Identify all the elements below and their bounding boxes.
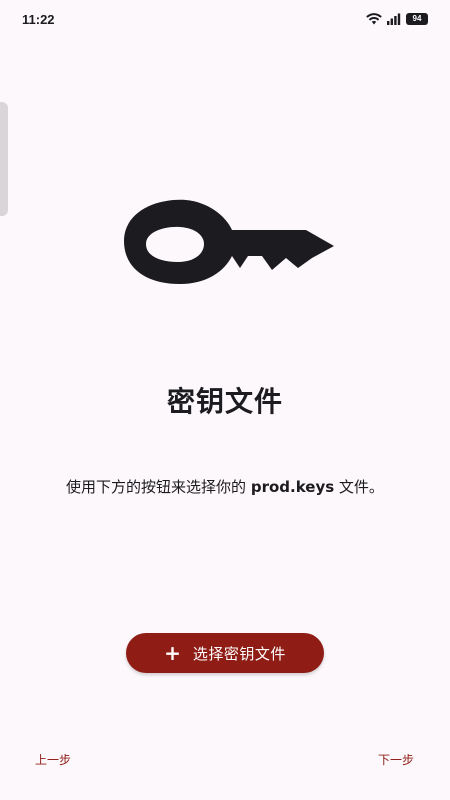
signal-icon xyxy=(386,13,402,25)
description-text: 使用下方的按钮来选择你的 prod.keys 文件。 xyxy=(0,476,450,497)
plus-icon: + xyxy=(164,641,181,665)
description-prefix: 使用下方的按钮来选择你的 xyxy=(66,478,251,496)
battery-icon: 94 xyxy=(406,13,428,25)
next-button[interactable]: 下一步 xyxy=(378,751,414,768)
description-filename: prod.keys xyxy=(250,478,335,496)
wifi-icon xyxy=(366,13,382,25)
select-key-file-button[interactable]: + 选择密钥文件 xyxy=(126,633,324,673)
status-bar: 11:22 94 xyxy=(0,0,450,40)
status-icons: 94 xyxy=(366,13,428,25)
edge-handle[interactable] xyxy=(0,102,8,216)
select-key-file-label: 选择密钥文件 xyxy=(192,644,286,663)
description-suffix: 文件。 xyxy=(334,478,384,496)
previous-button[interactable]: 上一步 xyxy=(35,751,71,768)
battery-level: 94 xyxy=(412,14,422,23)
page-title: 密钥文件 xyxy=(166,385,283,418)
status-time: 11:22 xyxy=(22,12,55,27)
key-file-setup-screen: 11:22 94 密钥文件 使用下方的按钮来选择你的 prod.keys 文件。… xyxy=(0,0,450,800)
key-icon xyxy=(124,199,334,284)
